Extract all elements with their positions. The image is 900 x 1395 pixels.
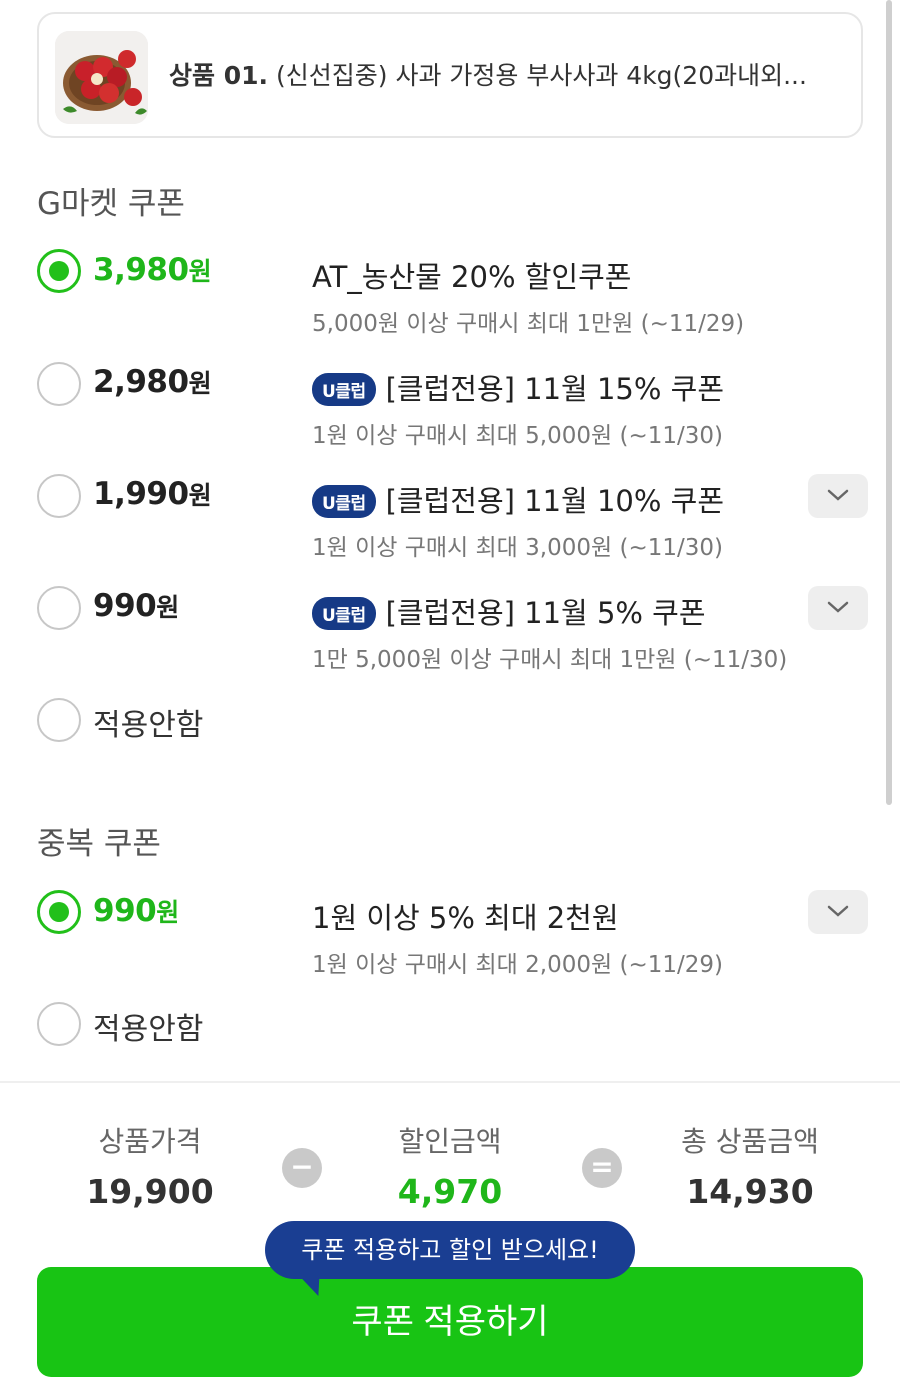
coupon-radio-selected[interactable] <box>37 249 81 293</box>
coupon-radio[interactable] <box>37 362 81 406</box>
coupon-radio[interactable] <box>37 586 81 630</box>
duplicate-coupon-condition: 1원 이상 구매시 최대 2,000원 (~11/29) <box>312 952 723 978</box>
uclub-badge: U클럽 <box>312 596 376 630</box>
coupon-name: U클럽 [클럽전용] 11월 5% 쿠폰 <box>312 590 706 632</box>
coupon-amount: 990원 <box>93 588 179 624</box>
product-name: (신선집중) 사과 가정용 부사사과 4kg(20과내외... <box>276 61 807 90</box>
chevron-down-icon <box>827 489 849 501</box>
no-coupon-radio[interactable] <box>37 698 81 742</box>
product-title: 상품 01. (신선집중) 사과 가정용 부사사과 4kg(20과내외... <box>169 56 839 92</box>
duplicate-coupon-name: 1원 이상 5% 최대 2천원 <box>312 901 619 935</box>
chevron-down-icon <box>827 601 849 613</box>
coupon-condition: 1원 이상 구매시 최대 3,000원 (~11/30) <box>312 535 723 561</box>
coupon-amount: 2,980원 <box>93 364 212 400</box>
duplicate-coupon-radio-selected[interactable] <box>37 890 81 934</box>
uclub-badge: U클럽 <box>312 484 376 518</box>
coupon-amount: 3,980원 <box>93 252 212 288</box>
no-duplicate-coupon-label: 적용안함 <box>93 1012 204 1047</box>
coupon-condition: 1원 이상 구매시 최대 5,000원 (~11/30) <box>312 423 723 449</box>
coupon-condition: 5,000원 이상 구매시 최대 1만원 (~11/29) <box>312 311 745 337</box>
product-thumbnail <box>55 31 148 124</box>
product-card: 상품 01. (신선집중) 사과 가정용 부사사과 4kg(20과내외... <box>37 12 863 138</box>
apply-coupon-button[interactable]: 쿠폰 적용하기 <box>37 1267 863 1377</box>
chevron-down-icon <box>827 905 849 917</box>
scrollbar[interactable] <box>886 0 892 805</box>
coupon-name: AT_농산물 20% 할인쿠폰 <box>312 260 632 294</box>
discount-label: 할인금액 <box>398 1125 502 1158</box>
expand-button[interactable] <box>808 474 868 518</box>
coupon-name: U클럽 [클럽전용] 11월 15% 쿠폰 <box>312 366 724 408</box>
summary-divider <box>0 1081 900 1083</box>
apply-tooltip: 쿠폰 적용하고 할인 받으세요! <box>265 1221 635 1279</box>
coupon-name: U클럽 [클럽전용] 11월 10% 쿠폰 <box>312 478 724 520</box>
equals-icon: = <box>582 1148 622 1188</box>
product-label: 상품 01. <box>169 61 268 90</box>
coupon-amount: 1,990원 <box>93 476 212 512</box>
no-coupon-label: 적용안함 <box>93 708 204 743</box>
duplicate-coupon-amount: 990원 <box>93 893 179 929</box>
price-label: 상품가격 <box>98 1125 202 1158</box>
uclub-badge: U클럽 <box>312 372 376 406</box>
discount-value: 4,970 <box>397 1172 503 1211</box>
price-value: 19,900 <box>86 1172 214 1211</box>
minus-icon: − <box>282 1148 322 1188</box>
gmarket-coupon-section-title: G마켓 쿠폰 <box>37 186 185 222</box>
total-label: 총 상품금액 <box>681 1125 819 1158</box>
total-value: 14,930 <box>686 1172 814 1211</box>
expand-button[interactable] <box>808 586 868 630</box>
duplicate-coupon-section-title: 중복 쿠폰 <box>37 826 161 862</box>
no-duplicate-coupon-radio[interactable] <box>37 1002 81 1046</box>
coupon-condition: 1만 5,000원 이상 구매시 최대 1만원 (~11/30) <box>312 647 788 673</box>
expand-button[interactable] <box>808 890 868 934</box>
coupon-radio[interactable] <box>37 474 81 518</box>
